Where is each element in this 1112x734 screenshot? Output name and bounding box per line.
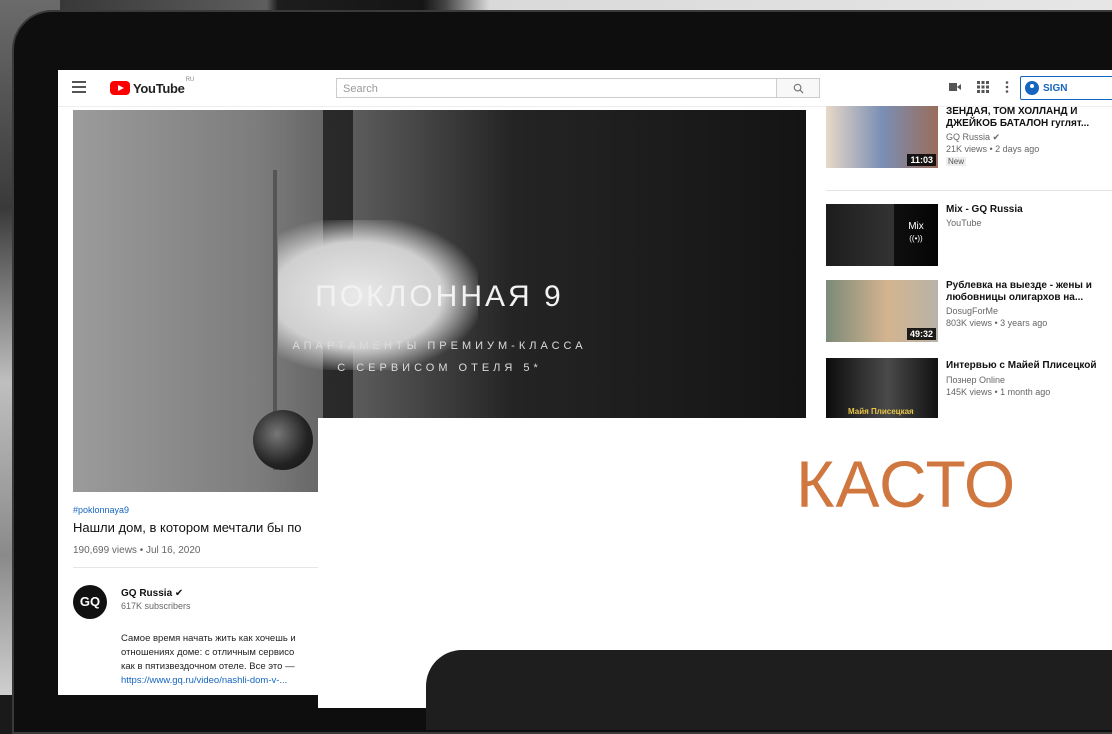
recommendation-title[interactable]: Интервью с Майей Плисецкой: [946, 360, 1112, 372]
channel-avatar[interactable]: GQ: [73, 585, 107, 619]
video-overlay-title: ПОКЛОННАЯ 9: [315, 280, 564, 313]
subscriber-count: 617K subscribers: [121, 601, 191, 611]
description-link[interactable]: https://www.gq.ru/video/nashli-dom-v-...: [121, 674, 296, 688]
search-button[interactable]: [776, 78, 820, 98]
divider: [826, 190, 1112, 191]
video-overlay-subtitle-2: С СЕРВИСОМ ОТЕЛЯ 5*: [337, 362, 542, 374]
recommendation-channel[interactable]: YouTube: [946, 218, 981, 228]
play-logo-icon: [110, 81, 130, 95]
overlay-card: КАСТО: [318, 418, 1112, 730]
sign-in-label: SIGN: [1043, 82, 1068, 94]
video-meta: 190,699 views • Jul 16, 2020: [73, 545, 201, 556]
overlay-title: КАСТО: [796, 447, 1017, 521]
recommendation-title[interactable]: ЗЕНДАЯ, ТОМ ХОЛЛАНД И ДЖЕЙКОБ БАТАЛОН гу…: [946, 106, 1112, 130]
video-overlay-subtitle-1: АПАРТАМЕНТЫ ПРЕМИУМ-КЛАССА: [292, 340, 587, 352]
youtube-header: YouTube RU Search SIGN: [58, 70, 1112, 107]
recommendation-title[interactable]: Mix - GQ Russia: [946, 204, 1112, 216]
logo-text: YouTube: [133, 80, 185, 96]
account-icon: [1025, 81, 1039, 95]
video-description: Самое время начать жить как хочешь и отн…: [121, 632, 296, 688]
mix-overlay: Mix ((•)): [894, 204, 938, 266]
recommendation-item[interactable]: 11:03 ЗЕНДАЯ, ТОМ ХОЛЛАНД И ДЖЕЙКОБ БАТА…: [826, 106, 1112, 174]
recommendation-meta: 803K views • 3 years ago: [946, 318, 1048, 328]
door-knob: [253, 410, 313, 470]
recommendation-meta: 145K views • 1 month ago: [946, 387, 1051, 397]
recommendation-item[interactable]: Майя Плисецкая Интервью с Майей Плисецко…: [826, 358, 1112, 420]
logo-region: RU: [185, 77, 195, 83]
mix-label: Mix: [908, 221, 924, 232]
description-line: как в пятизвездочном отеле. Все это —: [121, 661, 295, 672]
recommendation-title[interactable]: Рублевка на выезде - жены и любовницы ол…: [946, 280, 1112, 304]
more-options-icon[interactable]: [1000, 80, 1014, 94]
apps-grid-icon[interactable]: [976, 80, 990, 94]
youtube-logo[interactable]: YouTube RU: [110, 77, 195, 97]
search-icon: [793, 83, 804, 94]
video-title: Нашли дом, в котором мечтали бы по: [73, 520, 302, 535]
video-thumbnail[interactable]: 11:03: [826, 106, 938, 168]
description-line: отношениях доме: с отличным сервисо: [121, 647, 295, 658]
video-thumbnail[interactable]: Mix ((•)): [826, 204, 938, 266]
sign-in-button[interactable]: SIGN: [1020, 76, 1112, 100]
search-input[interactable]: Search: [336, 78, 776, 98]
recommendation-channel[interactable]: Познер Online: [946, 375, 1005, 385]
video-thumbnail[interactable]: 49:32: [826, 280, 938, 342]
recommendation-item[interactable]: Mix ((•)) Mix - GQ Russia YouTube: [826, 204, 1112, 266]
duration-badge: 49:32: [906, 328, 936, 340]
recommendation-item[interactable]: 49:32 Рублевка на выезде - жены и любовн…: [826, 280, 1112, 342]
mix-radio-icon: ((•)): [909, 234, 923, 243]
menu-icon[interactable]: [72, 81, 86, 93]
create-video-icon[interactable]: [948, 80, 962, 94]
recommendation-meta: 21K views • 2 days ago: [946, 144, 1040, 154]
new-badge: New: [946, 157, 967, 166]
recommendation-channel[interactable]: DosugForMe: [946, 306, 998, 316]
channel-name[interactable]: GQ Russia ✔: [121, 588, 183, 599]
video-thumbnail[interactable]: Майя Плисецкая: [826, 358, 938, 420]
video-hashtag[interactable]: #poklonnaya9: [73, 505, 129, 515]
duration-badge: 11:03: [907, 154, 936, 166]
thumbnail-caption: Майя Плисецкая: [848, 407, 914, 416]
second-device-bezel: [426, 650, 1112, 730]
description-line: Самое время начать жить как хочешь и: [121, 633, 296, 644]
recommendation-channel[interactable]: GQ Russia ✔: [946, 132, 1000, 143]
